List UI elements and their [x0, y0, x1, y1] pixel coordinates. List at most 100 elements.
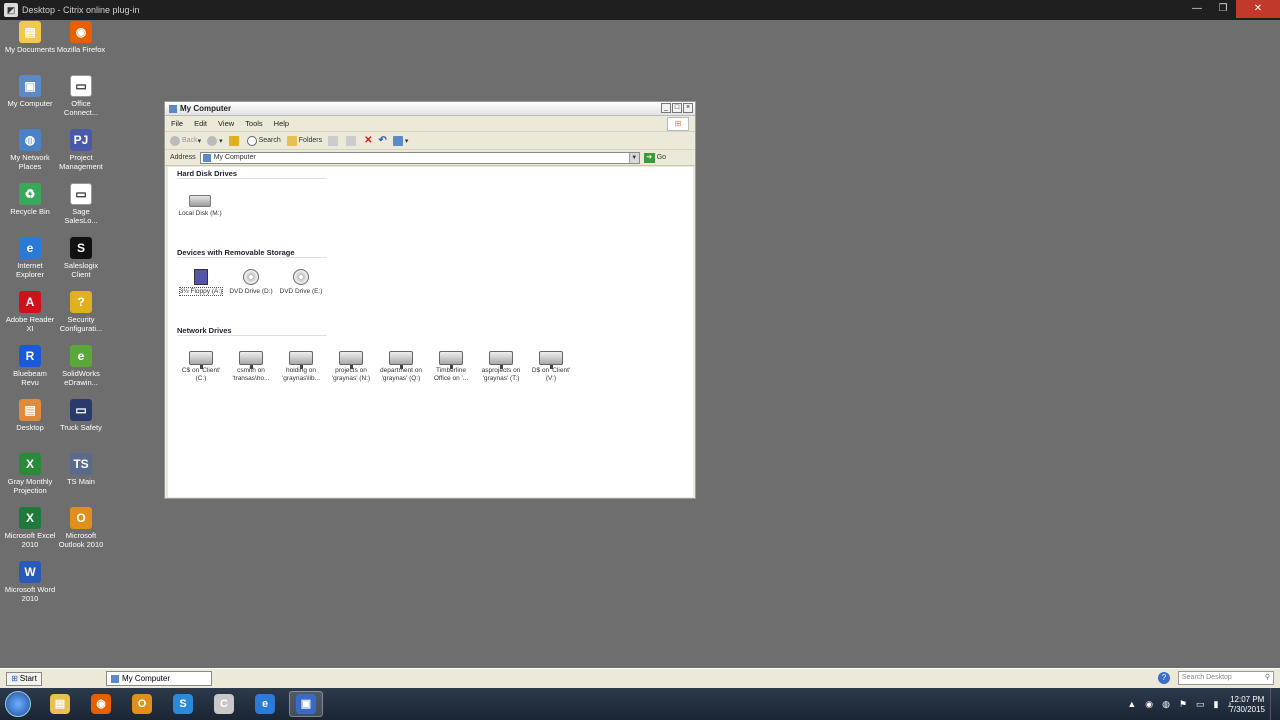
window-minimize-button[interactable]: _	[661, 103, 671, 113]
taskbar-windows-explorer-button[interactable]: ▤	[43, 691, 77, 717]
desktop-icon-my-documents[interactable]: ▤ My Documents	[4, 21, 56, 54]
citrix-tray-icon[interactable]: ◍	[1162, 699, 1170, 710]
desktop-icon-microsoft-excel-2010[interactable]: X Microsoft Excel 2010	[4, 507, 56, 549]
desktop-icon-project-management[interactable]: PJ Project Management	[55, 129, 107, 171]
network-drive-icon	[289, 351, 313, 369]
action-center-flag-icon[interactable]: ⚑	[1179, 699, 1187, 710]
drive-item[interactable]: asprojects on 'graynas' (T:)	[477, 351, 525, 383]
undo-button[interactable]: ↶	[379, 135, 387, 146]
drive-item[interactable]: Local Disk (M:)	[176, 195, 224, 218]
desktop-icon-microsoft-word-2010[interactable]: W Microsoft Word 2010	[4, 561, 56, 603]
desktop-icon-gray-monthly-projection[interactable]: X Gray Monthly Projection	[4, 453, 56, 495]
taskbar-outlook-button[interactable]: O	[125, 691, 159, 717]
monitor-icon[interactable]: ▭	[1196, 699, 1205, 710]
taskbar-citrix-desktop-button[interactable]: ▣	[289, 691, 323, 717]
content-pane: Hard Disk Drives Devices with Removable …	[168, 167, 693, 497]
up-folder-button[interactable]	[228, 135, 241, 146]
address-value: My Computer	[213, 154, 256, 161]
drive-item[interactable]: projects on 'graynas' (N:)	[327, 351, 375, 383]
desktop-icon-my-computer[interactable]: ▣ My Computer	[4, 75, 56, 108]
taskbar-citrix-receiver-button[interactable]: C	[207, 691, 241, 717]
shortcut-icon: ▭	[70, 75, 92, 97]
address-dropdown-button[interactable]: ▼	[628, 152, 639, 163]
desktop-icon-bluebeam-revu[interactable]: R Bluebeam Revu	[4, 345, 56, 387]
undo-icon: ↶	[378, 135, 387, 146]
show-hidden-icons-icon[interactable]: ▲	[1127, 699, 1136, 709]
drive-label: projects on 'graynas' (N:)	[331, 367, 371, 382]
delete-button[interactable]: ✕	[364, 135, 372, 146]
back-button[interactable]: Back ▾	[170, 135, 201, 146]
start-button[interactable]: ⊞ Start	[6, 671, 42, 686]
taskbar-skype-button[interactable]: S	[166, 691, 200, 717]
word-icon: W	[19, 561, 41, 583]
move-to-button[interactable]	[328, 135, 340, 146]
desktop-icon-label: Gray Monthly Projection	[7, 477, 53, 495]
computer-icon	[169, 104, 177, 113]
drive-item[interactable]: 3½ Floppy (A:)	[177, 269, 225, 296]
desktop-icon-security-configurati[interactable]: ? Security Configurati...	[55, 291, 107, 333]
desktop-icon-ts-main[interactable]: TS TS Main	[55, 453, 107, 486]
clock[interactable]: 12:07 PM 7/30/2015	[1229, 695, 1265, 715]
window-close-button[interactable]: ×	[683, 103, 693, 113]
desktop-icon-sage-saleslo[interactable]: ▭ Sage SalesLo...	[55, 183, 107, 225]
help-icon[interactable]: ?	[1158, 672, 1170, 684]
drive-item[interactable]: C$ on 'Client' (C:)	[177, 351, 225, 383]
menu-help[interactable]: Help	[274, 119, 289, 128]
drive-item[interactable]: D$ on 'Client' (V:)	[527, 351, 575, 383]
desktop-icon-label: Microsoft Word 2010	[4, 585, 56, 603]
drive-item[interactable]: csmith on 'transas\ho...	[227, 351, 275, 383]
window-title-bar[interactable]: My Computer _ □ ×	[165, 102, 695, 116]
drive-item[interactable]: holding on 'graynas\lib...	[277, 351, 325, 383]
signal-icon[interactable]: ▮	[1214, 699, 1219, 710]
citrix-desktop-icon: ▣	[296, 694, 316, 714]
views-button[interactable]: ▾	[392, 135, 408, 146]
saleslogix-icon: S	[70, 237, 92, 259]
windows-start-orb[interactable]	[5, 691, 31, 717]
taskbar-firefox-button[interactable]: ◉	[84, 691, 118, 717]
toolbar: Back ▾ ▾ Search Folders ✕ ↶ ▾	[165, 132, 695, 150]
minimize-button[interactable]: —	[1184, 0, 1210, 18]
search-button[interactable]: Search	[246, 135, 281, 146]
copy-to-button[interactable]	[346, 135, 358, 146]
desktop-icon-label: Truck Safety	[60, 423, 102, 432]
search-desktop-input[interactable]: Search Desktop ⚲	[1178, 671, 1274, 685]
menu-file[interactable]: File	[171, 119, 183, 128]
desktop-icon-internet-explorer[interactable]: e Internet Explorer	[4, 237, 56, 279]
close-button[interactable]: ✕	[1236, 0, 1280, 18]
desktop-icon-my-network-places[interactable]: ◍ My Network Places	[4, 129, 56, 171]
menu-view[interactable]: View	[218, 119, 234, 128]
show-desktop-button[interactable]	[1270, 688, 1280, 720]
citrix-icon: ◩	[4, 3, 18, 17]
maximize-button[interactable]: ❐	[1210, 0, 1236, 18]
taskbar-item-my-computer[interactable]: My Computer	[106, 671, 212, 686]
drive-item[interactable]: DVD Drive (E:)	[277, 269, 325, 296]
section-removable-storage: Devices with Removable Storage	[177, 248, 327, 258]
menu-edit[interactable]: Edit	[194, 119, 207, 128]
network-status-icon[interactable]: ◉	[1145, 699, 1153, 710]
desktop-icon-adobe-reader-xi[interactable]: A Adobe Reader XI	[4, 291, 56, 333]
hard-disk-icon	[189, 195, 211, 207]
menu-tools[interactable]: Tools	[245, 119, 263, 128]
drive-item[interactable]: department on 'graynas' (Q:)	[377, 351, 425, 383]
drive-item[interactable]: DVD Drive (D:)	[227, 269, 275, 296]
citrix-receiver-icon: C	[214, 694, 234, 714]
drive-label: Local Disk (M:)	[178, 210, 222, 217]
desktop-icon-solidworks-edrawin[interactable]: e SolidWorks eDrawin...	[55, 345, 107, 387]
desktop-icon-desktop[interactable]: ▤ Desktop	[4, 399, 56, 432]
desktop-icon-recycle-bin[interactable]: ♻ Recycle Bin	[4, 183, 56, 216]
forward-button[interactable]: ▾	[207, 135, 223, 146]
desktop-icon-truck-safety[interactable]: ▭ Truck Safety	[55, 399, 107, 432]
desktop-icon-saleslogix-client[interactable]: S Saleslogix Client	[55, 237, 107, 279]
up-folder-icon	[228, 135, 239, 146]
desktop-icon-mozilla-firefox[interactable]: ◉ Mozilla Firefox	[55, 21, 107, 54]
address-field[interactable]: My Computer ▼	[199, 151, 640, 164]
drive-item[interactable]: Timberline Office on '...	[427, 351, 475, 383]
desktop-icon-office-connect[interactable]: ▭ Office Connect...	[55, 75, 107, 117]
folders-button[interactable]: Folders	[286, 135, 322, 146]
excel-icon: X	[19, 507, 41, 529]
taskbar-internet-explorer-button[interactable]: e	[248, 691, 282, 717]
network-drive-icon	[339, 351, 363, 369]
desktop-icon-microsoft-outlook-2010[interactable]: O Microsoft Outlook 2010	[55, 507, 107, 549]
window-maximize-button[interactable]: □	[672, 103, 682, 113]
go-button[interactable]: ➔ Go	[643, 152, 666, 163]
